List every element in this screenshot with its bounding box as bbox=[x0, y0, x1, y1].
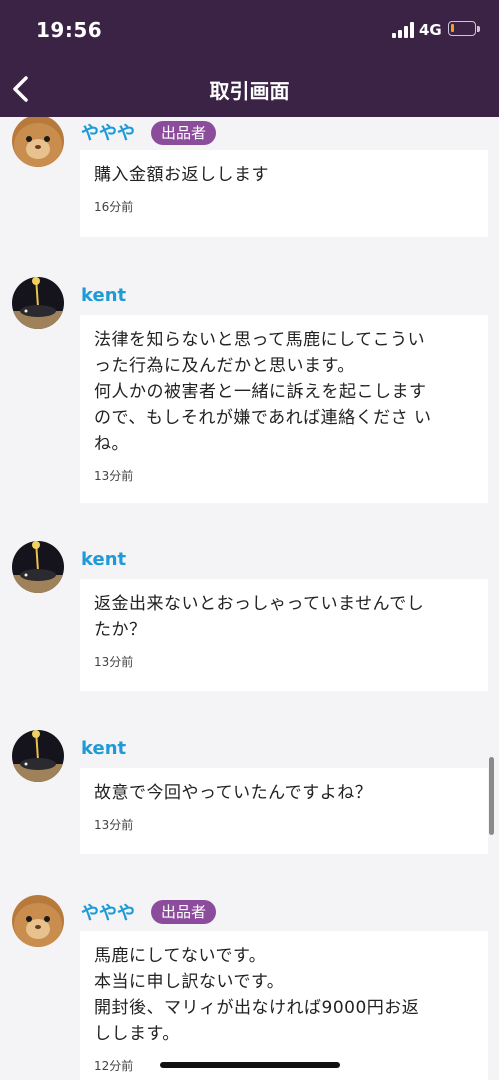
sender-name: kent bbox=[81, 549, 127, 570]
message-time: 13分前 bbox=[94, 818, 134, 832]
guinea-pig-avatar[interactable] bbox=[12, 117, 64, 167]
seller-badge: 出品者 bbox=[151, 121, 217, 145]
message-time: 16分前 bbox=[94, 200, 134, 214]
network-label: 4G bbox=[419, 21, 442, 39]
message-bubble: 法律を知らないと思って馬鹿にしてこうい った行為に及んだかと思います。 何人かの… bbox=[80, 315, 488, 503]
status-time: 19:56 bbox=[36, 18, 103, 42]
message-bubble: 返金出来ないとおっしゃっていませんでし たか？ 13分前 bbox=[80, 579, 488, 691]
sender-name: kent bbox=[81, 285, 127, 306]
page-title: 取引画面 bbox=[209, 79, 290, 103]
sender-name: kent bbox=[81, 738, 127, 759]
battery-icon bbox=[448, 21, 480, 36]
message-bubble: 故意で今回やっていたんですよね？ 13分前 bbox=[80, 768, 488, 854]
chat-list[interactable]: ややや 出品者 購入金額お返しします 16分前 kent 法律を知らないと思って… bbox=[0, 117, 499, 1080]
message-time: 13分前 bbox=[94, 469, 134, 483]
status-bar: 19:56 4G bbox=[0, 0, 499, 60]
message-text: 返金出来ないとおっしゃっていませんでし たか？ bbox=[94, 594, 425, 640]
signal-icon bbox=[392, 22, 414, 38]
seller-badge: 出品者 bbox=[151, 900, 217, 924]
message-bubble: 馬鹿にしてないです。 本当に申し訳ないです。 開封後、マリィが出なければ9000… bbox=[80, 931, 488, 1080]
message-text: 故意で今回やっていたんですよね？ bbox=[94, 783, 373, 803]
night-car-avatar[interactable] bbox=[12, 277, 64, 329]
sender-name: ややや bbox=[81, 123, 135, 144]
message-text: 馬鹿にしてないです。 本当に申し訳ないです。 開封後、マリィが出なければ9000… bbox=[94, 946, 420, 1044]
night-car-avatar[interactable] bbox=[12, 730, 64, 782]
message-bubble: 購入金額お返しします 16分前 bbox=[80, 150, 488, 237]
message-text: 法律を知らないと思って馬鹿にしてこうい った行為に及んだかと思います。 何人かの… bbox=[94, 330, 432, 454]
nav-bar: 取引画面 bbox=[0, 60, 499, 117]
scrollbar[interactable] bbox=[489, 757, 494, 835]
guinea-pig-avatar[interactable] bbox=[12, 895, 64, 947]
message-time: 13分前 bbox=[94, 655, 134, 669]
home-indicator[interactable] bbox=[160, 1062, 340, 1068]
sender-name: ややや bbox=[81, 903, 135, 924]
message-text: 購入金額お返しします bbox=[94, 165, 269, 185]
night-car-avatar[interactable] bbox=[12, 541, 64, 593]
